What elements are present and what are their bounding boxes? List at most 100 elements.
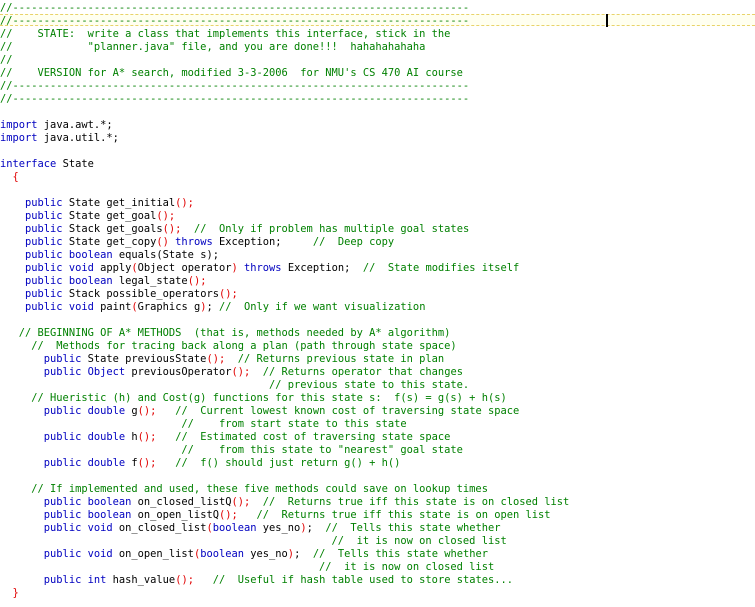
code-line[interactable] xyxy=(0,314,755,327)
code-token: public xyxy=(0,249,63,261)
code-token: //--------------------------------------… xyxy=(0,2,470,14)
code-line[interactable]: public Stack get_goals(); // Only if pro… xyxy=(0,223,755,236)
code-token: import xyxy=(0,119,38,131)
code-token: // from start state to this state xyxy=(0,418,407,430)
code-token: // from this state to "nearest" goal sta… xyxy=(0,444,463,456)
code-token: // f() should just return g() + h() xyxy=(156,457,401,469)
code-line[interactable]: //--------------------------------------… xyxy=(0,80,755,93)
code-token: (); xyxy=(187,275,207,287)
code-token: (); xyxy=(162,223,182,235)
code-line[interactable]: public void on_open_list(boolean yes_no)… xyxy=(0,548,755,561)
code-token: previousOperator xyxy=(125,366,232,378)
code-token: apply xyxy=(93,262,132,274)
code-token: yes_no xyxy=(244,548,288,560)
code-line[interactable]: //--------------------------------------… xyxy=(0,93,755,106)
code-line[interactable]: { xyxy=(0,171,755,184)
code-token: public xyxy=(0,522,82,534)
code-token: // Estimated cost of traversing state sp… xyxy=(156,431,451,443)
code-line[interactable]: // "planner.java" file, and you are done… xyxy=(0,41,755,54)
code-line[interactable] xyxy=(0,470,755,483)
code-token: public xyxy=(0,366,82,378)
code-line[interactable]: public State get_initial(); xyxy=(0,197,755,210)
code-token: (); xyxy=(137,405,157,417)
code-editor[interactable]: //--------------------------------------… xyxy=(0,0,755,607)
code-line[interactable]: public void paint(Graphics g); // Only i… xyxy=(0,301,755,314)
code-token: public xyxy=(0,262,63,274)
code-line[interactable]: //--------------------------------------… xyxy=(0,2,755,15)
code-line[interactable]: public double g(); // Current lowest kno… xyxy=(0,405,755,418)
code-token: public xyxy=(0,301,63,313)
code-line[interactable]: public Object previousOperator(); // Ret… xyxy=(0,366,755,379)
code-token: (); xyxy=(175,197,194,209)
code-token: // Hueristic (h) and Cost(g) functions f… xyxy=(0,392,507,404)
code-line[interactable] xyxy=(0,145,755,158)
code-token: // Useful if hash table used to store st… xyxy=(193,574,514,586)
code-token: public xyxy=(0,405,82,417)
code-line[interactable]: public void apply(Object operator) throw… xyxy=(0,262,755,275)
code-line[interactable]: // previous state to this state. xyxy=(0,379,755,392)
code-line[interactable]: public boolean equals(State s); xyxy=(0,249,755,262)
code-line[interactable]: // from this state to "nearest" goal sta… xyxy=(0,444,755,457)
code-token: (); xyxy=(175,574,194,586)
code-token: State get_initial xyxy=(62,197,176,209)
code-token: (); xyxy=(137,457,157,469)
code-token: (); xyxy=(218,288,238,300)
code-line[interactable]: interface State xyxy=(0,158,755,171)
code-line[interactable] xyxy=(0,184,755,197)
code-token: interface xyxy=(0,158,57,170)
code-token: // previous state to this state. xyxy=(0,379,470,391)
code-token: public xyxy=(0,431,82,443)
code-token: on_open_list xyxy=(112,548,194,560)
code-line[interactable]: // STATE: write a class that implements … xyxy=(0,28,755,41)
code-line[interactable]: // Hueristic (h) and Cost(g) functions f… xyxy=(0,392,755,405)
code-token: java.util.*; xyxy=(37,132,119,144)
code-line[interactable]: public boolean on_open_listQ(); // Retur… xyxy=(0,509,755,522)
code-token: throws xyxy=(168,236,213,248)
code-line[interactable]: public State get_copy() throws Exception… xyxy=(0,236,755,249)
code-token: // Tells this state whether xyxy=(312,522,501,534)
code-token: } xyxy=(0,587,19,599)
code-line[interactable]: public double h(); // Estimated cost of … xyxy=(0,431,755,444)
code-token: hash_value xyxy=(106,574,176,586)
code-token: import xyxy=(0,132,38,144)
code-line[interactable]: // it is now on closed list xyxy=(0,535,755,548)
code-token: boolean xyxy=(81,496,132,508)
code-line[interactable]: // from start state to this state xyxy=(0,418,755,431)
code-line[interactable]: public void on_closed_list(boolean yes_n… xyxy=(0,522,755,535)
code-token: // Returns true iff this state is on clo… xyxy=(250,496,570,508)
code-line[interactable]: // If implemented and used, these five m… xyxy=(0,483,755,496)
text-caret xyxy=(606,14,608,27)
code-token: { xyxy=(0,171,19,183)
code-line[interactable]: // Methods for tracing back along a plan… xyxy=(0,340,755,353)
code-line[interactable]: public double f(); // f() should just re… xyxy=(0,457,755,470)
code-line[interactable]: public boolean legal_state(); xyxy=(0,275,755,288)
code-token: // xyxy=(0,54,13,66)
code-token: // State modifies itself xyxy=(350,262,520,274)
code-token: void xyxy=(81,548,113,560)
code-token: Object operator xyxy=(137,262,232,274)
code-line[interactable]: public boolean on_closed_listQ(); // Ret… xyxy=(0,496,755,509)
code-line[interactable]: public int hash_value(); // Useful if ha… xyxy=(0,574,755,587)
code-token: void xyxy=(62,262,94,274)
code-line[interactable]: import java.awt.*; xyxy=(0,119,755,132)
code-line[interactable]: // it is now on closed list xyxy=(0,561,755,574)
code-token: Exception; xyxy=(212,236,282,248)
code-line[interactable]: } xyxy=(0,587,755,600)
code-token: double xyxy=(81,457,126,469)
code-token: (); xyxy=(156,210,176,222)
code-token: g xyxy=(125,405,138,417)
code-token: // "planner.java" file, and you are done… xyxy=(0,41,426,53)
code-token: double xyxy=(81,405,126,417)
code-token: //--------------------------------------… xyxy=(0,93,470,105)
code-line[interactable]: // BEGINNING OF A* METHODS (that is, met… xyxy=(0,327,755,340)
code-token: public xyxy=(0,288,63,300)
code-line[interactable]: // VERSION for A* search, modified 3-3-2… xyxy=(0,67,755,80)
code-line[interactable]: //--------------------------------------… xyxy=(0,15,755,28)
code-token: boolean xyxy=(62,275,113,287)
code-line[interactable]: public State get_goal(); xyxy=(0,210,755,223)
code-line[interactable]: // xyxy=(0,54,755,67)
code-line[interactable] xyxy=(0,106,755,119)
code-line[interactable]: public Stack possible_operators(); xyxy=(0,288,755,301)
code-line[interactable]: import java.util.*; xyxy=(0,132,755,145)
code-line[interactable]: public State previousState(); // Returns… xyxy=(0,353,755,366)
